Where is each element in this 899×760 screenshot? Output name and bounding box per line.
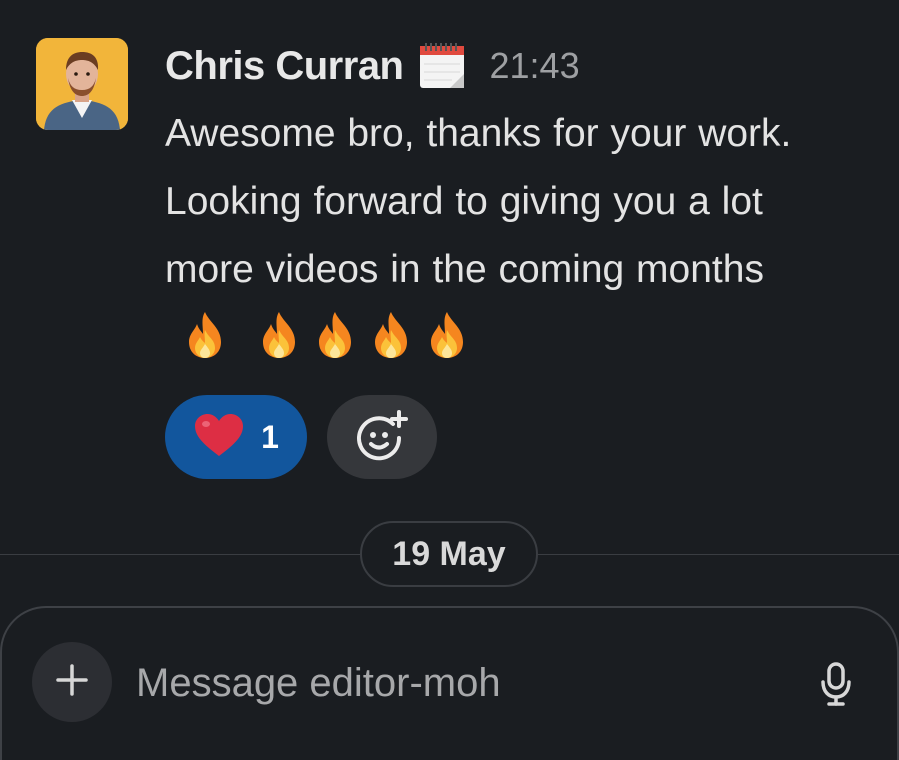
fire-icon — [183, 310, 227, 360]
avatar[interactable] — [36, 38, 128, 130]
fire-icon — [313, 310, 357, 360]
avatar-photo — [36, 38, 128, 130]
attach-button[interactable] — [32, 642, 112, 722]
message-header: Chris Curran 21:43 — [165, 40, 865, 92]
heart-icon — [193, 412, 245, 463]
date-divider[interactable]: 19 May — [360, 521, 538, 587]
fire-icon — [369, 310, 413, 360]
reaction-count: 1 — [261, 418, 279, 455]
message: Chris Curran 21:43 Awesome bro, thanks f… — [0, 0, 899, 500]
reactions-bar: 1 — [165, 395, 437, 479]
calendar-icon[interactable] — [416, 40, 468, 92]
message-composer — [0, 606, 899, 760]
fire-icon — [257, 310, 301, 360]
message-input[interactable] — [136, 652, 776, 714]
author-name[interactable]: Chris Curran — [165, 44, 404, 89]
add-emoji-icon — [355, 408, 409, 467]
heart-reaction-button[interactable]: 1 — [165, 395, 307, 479]
slack-chat-screen: Chris Curran 21:43 Awesome bro, thanks f… — [0, 0, 899, 760]
fire-icon — [425, 310, 469, 360]
plus-icon — [55, 663, 89, 702]
message-timestamp[interactable]: 21:43 — [490, 45, 580, 87]
add-reaction-button[interactable] — [327, 395, 437, 479]
message-text-content: Awesome bro, thanks for your work. Looki… — [165, 112, 792, 291]
message-text: Awesome bro, thanks for your work. Looki… — [165, 100, 825, 372]
microphone-icon — [819, 661, 853, 711]
microphone-button[interactable] — [814, 660, 858, 712]
message-body: Chris Curran 21:43 Awesome bro, thanks f… — [165, 40, 865, 372]
